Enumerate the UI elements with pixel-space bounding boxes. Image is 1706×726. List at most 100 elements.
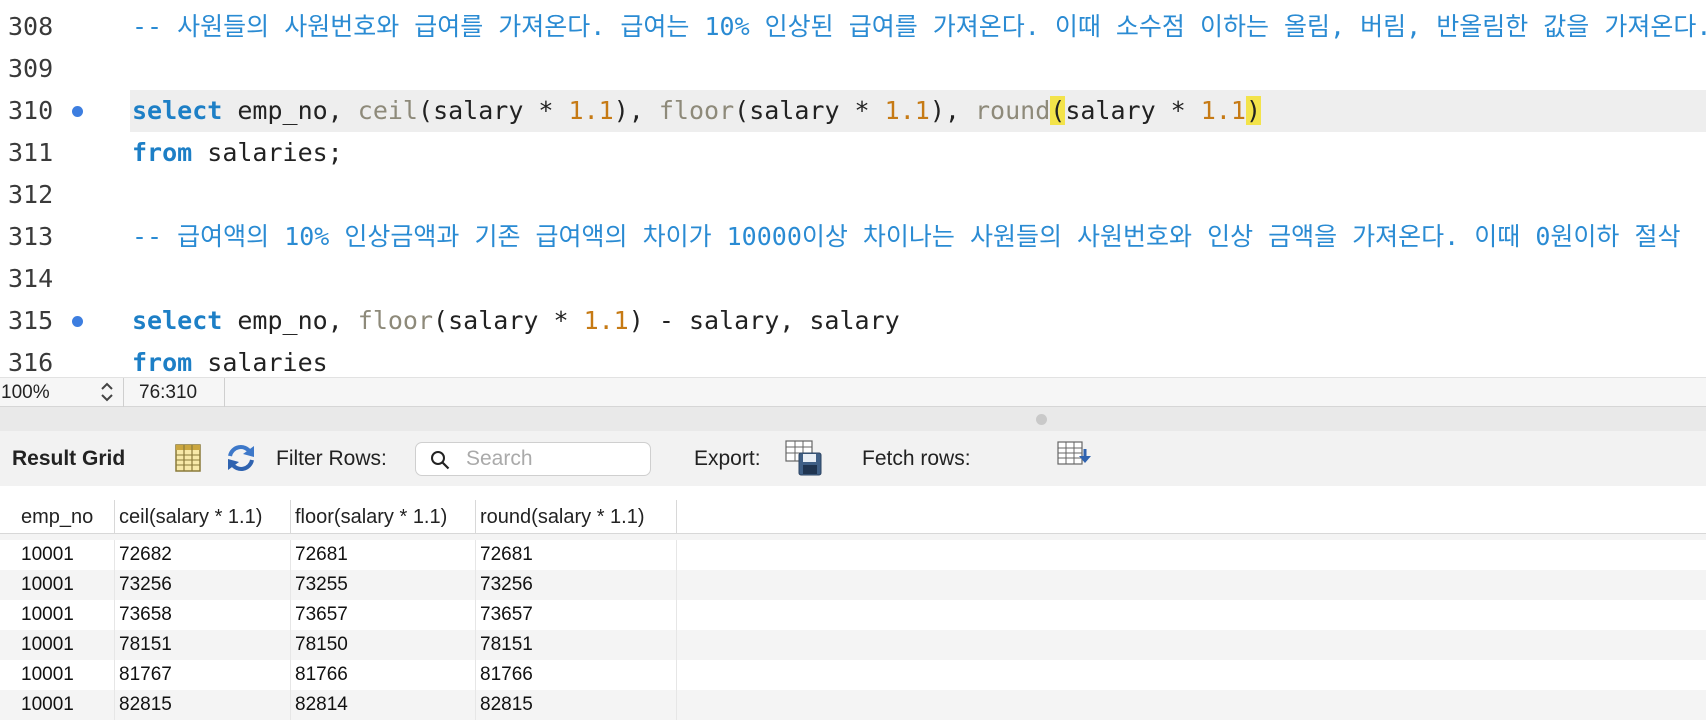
table-cell[interactable]: 73256 — [115, 570, 291, 600]
table-cell[interactable]: 73657 — [291, 600, 476, 630]
table-cell[interactable]: 82814 — [291, 690, 476, 720]
export-label: Export: — [694, 447, 761, 470]
table-row[interactable]: 10001 81767 81766 81766 — [0, 660, 1706, 690]
table-row[interactable]: 10001 72682 72681 72681 — [0, 540, 1706, 570]
code-line-314[interactable]: 314 — [0, 258, 1706, 300]
sql-statement: select emp_no, ceil(salary * 1.1), floor… — [132, 90, 1261, 132]
sql-number: 1.1 — [884, 96, 930, 125]
sql-token: salaries; — [192, 138, 343, 167]
table-cell[interactable]: 81766 — [476, 660, 677, 690]
table-row[interactable]: 10001 78151 78150 78151 — [0, 630, 1706, 660]
table-cell[interactable]: 10001 — [17, 660, 115, 690]
sql-token: emp_no, — [222, 306, 358, 335]
refresh-icon[interactable] — [224, 442, 258, 474]
sql-token: emp_no, — [222, 96, 358, 125]
table-cell[interactable]: 72682 — [115, 540, 291, 570]
sql-token: salaries — [192, 348, 328, 377]
column-header-round[interactable]: round(salary * 1.1) — [476, 500, 677, 534]
zoom-stepper-icon[interactable] — [98, 380, 116, 404]
code-line-312[interactable]: 312 — [0, 174, 1706, 216]
zoom-control[interactable]: 100% — [0, 378, 124, 407]
code-line-315[interactable]: 315 select emp_no, floor(salary * 1.1) -… — [0, 300, 1706, 342]
sql-keyword: from — [132, 348, 193, 377]
table-row[interactable]: 10001 73658 73657 73657 — [0, 600, 1706, 630]
result-grid-title: Result Grid — [12, 447, 126, 470]
table-cell[interactable]: 73658 — [115, 600, 291, 630]
result-grid[interactable]: emp_no ceil(salary * 1.1) floor(salary *… — [0, 486, 1706, 726]
filter-search-input[interactable] — [466, 446, 646, 472]
code-line-313[interactable]: 313 -- 급여액의 10% 인상금액과 기존 급여액의 차이가 10000이… — [0, 216, 1706, 258]
cursor-position: 76:310 — [124, 378, 225, 407]
line-number: 312 — [8, 180, 54, 209]
zoom-level: 100% — [1, 382, 50, 403]
code-line-316[interactable]: 316 from salaries — [0, 342, 1706, 377]
sql-token: ( — [418, 96, 434, 125]
sql-function: floor — [357, 306, 434, 335]
line-number: 316 — [8, 348, 54, 377]
table-cell[interactable]: 82815 — [476, 690, 677, 720]
column-header-floor[interactable]: floor(salary * 1.1) — [291, 500, 476, 534]
sql-token: salary * — [1065, 96, 1201, 125]
table-cell[interactable]: 10001 — [17, 570, 115, 600]
table-cell[interactable]: 81766 — [291, 660, 476, 690]
sql-keyword: from — [132, 138, 193, 167]
table-cell[interactable]: 78151 — [115, 630, 291, 660]
table-cell[interactable]: 72681 — [476, 540, 677, 570]
table-cell[interactable]: 72681 — [291, 540, 476, 570]
sql-function: floor — [658, 96, 735, 125]
table-cell[interactable]: 73256 — [476, 570, 677, 600]
sql-token: ( — [433, 306, 449, 335]
line-number: 313 — [8, 222, 54, 251]
sql-statement: from salaries — [132, 342, 328, 377]
filter-search-box[interactable] — [415, 442, 651, 476]
table-cell[interactable]: 82815 — [115, 690, 291, 720]
sql-token: salary * — [749, 96, 885, 125]
panel-splitter[interactable] — [0, 407, 1706, 431]
table-row[interactable]: 10001 73256 73255 73256 — [0, 570, 1706, 600]
bracket-match-open: ( — [1050, 96, 1066, 125]
bracket-match-close: ) — [1245, 96, 1261, 125]
line-number: 311 — [8, 138, 54, 167]
table-cell[interactable]: 78150 — [291, 630, 476, 660]
sql-keyword: select — [132, 96, 223, 125]
sql-function: ceil — [357, 96, 418, 125]
code-line-309[interactable]: 309 — [0, 48, 1706, 90]
line-number: 310 — [8, 96, 54, 125]
code-line-310[interactable]: 310 select emp_no, ceil(salary * 1.1), f… — [0, 90, 1706, 132]
column-header-ceil[interactable]: ceil(salary * 1.1) — [115, 500, 291, 534]
fetch-rows-icon[interactable] — [1057, 441, 1093, 471]
sql-token: ( — [734, 96, 750, 125]
result-toolbar: Result Grid Filter Rows: Export: Fetch r — [0, 431, 1706, 486]
table-cell[interactable]: 78151 — [476, 630, 677, 660]
sql-token: ) — [628, 306, 644, 335]
sql-token: ) — [613, 96, 629, 125]
table-cell[interactable]: 73657 — [476, 600, 677, 630]
sql-comment: -- 급여액의 10% 인상금액과 기존 급여액의 차이가 10000이상 차이… — [132, 222, 1681, 251]
table-cell[interactable]: 10001 — [17, 630, 115, 660]
filter-rows-label: Filter Rows: — [276, 447, 387, 470]
line-number: 315 — [8, 306, 54, 335]
export-save-icon[interactable] — [785, 440, 823, 476]
table-row[interactable]: 10001 82815 82814 82815 — [0, 690, 1706, 720]
code-line-308[interactable]: 308 -- 사원들의 사원번호와 급여를 가져온다. 급여는 10% 인상된 … — [0, 6, 1706, 48]
table-cell[interactable]: 10001 — [17, 600, 115, 630]
sql-statement: from salaries; — [132, 132, 343, 174]
table-cell[interactable]: 10001 — [17, 690, 115, 720]
table-cell[interactable]: 73255 — [291, 570, 476, 600]
line-number: 314 — [8, 264, 54, 293]
splitter-handle[interactable] — [1036, 414, 1047, 425]
column-header-emp-no[interactable]: emp_no — [17, 500, 115, 534]
table-cell[interactable]: 10001 — [17, 540, 115, 570]
table-cell[interactable]: 81767 — [115, 660, 291, 690]
sql-token: - salary, salary — [643, 306, 900, 335]
breakpoint-dot-icon[interactable] — [72, 106, 83, 117]
line-number: 309 — [8, 54, 54, 83]
grid-view-icon[interactable] — [175, 444, 201, 472]
sql-keyword: select — [132, 306, 223, 335]
sql-comment: -- 사원들의 사원번호와 급여를 가져온다. 급여는 10% 인상된 급여를 … — [132, 12, 1706, 41]
code-line-311[interactable]: 311 from salaries; — [0, 132, 1706, 174]
breakpoint-dot-icon[interactable] — [72, 316, 83, 327]
sql-editor[interactable]: 308 -- 사원들의 사원번호와 급여를 가져온다. 급여는 10% 인상된 … — [0, 0, 1706, 377]
sql-token: ) — [929, 96, 945, 125]
sql-token: salary * — [448, 306, 584, 335]
